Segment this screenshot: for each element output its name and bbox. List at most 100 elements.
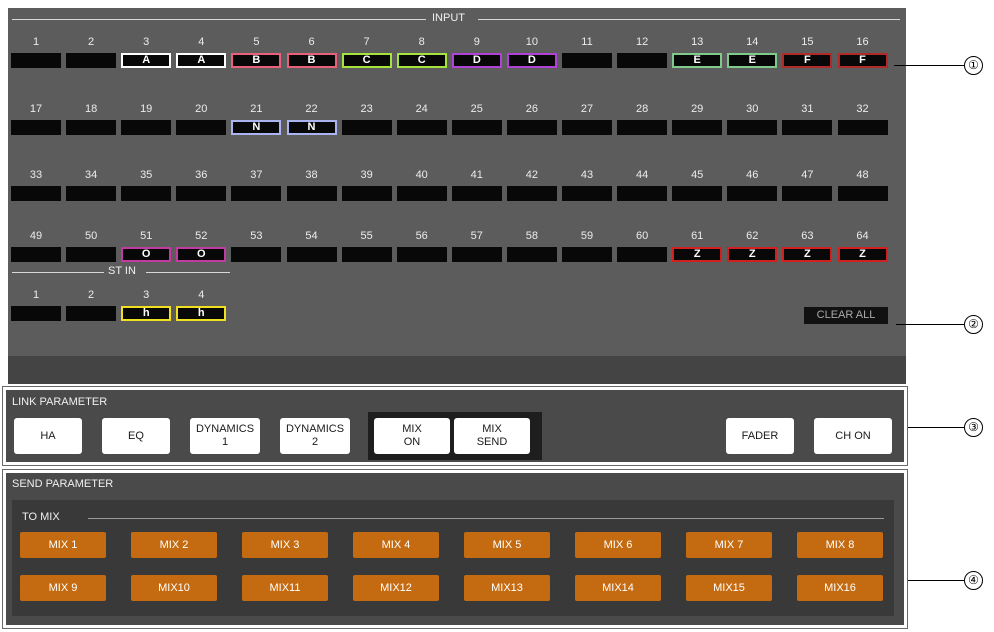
- channel-link-slot[interactable]: [506, 120, 557, 135]
- channel-number: 21: [250, 103, 263, 115]
- channel-link-slot[interactable]: [451, 247, 502, 262]
- channel-link-slot[interactable]: [837, 120, 888, 135]
- channel-link-slot[interactable]: [451, 120, 502, 135]
- channel-link-slot[interactable]: E: [727, 53, 778, 68]
- channel-link-slot[interactable]: [562, 120, 612, 135]
- channel-link-slot[interactable]: [66, 120, 117, 135]
- mix-send-button[interactable]: MIX14: [575, 575, 661, 601]
- channel-link-slot[interactable]: [66, 186, 117, 201]
- st-in-title-line-left: [12, 272, 104, 273]
- mix-send-button[interactable]: MIX 4: [353, 532, 439, 558]
- channel-link-slot[interactable]: Z: [782, 247, 833, 262]
- st-in-link-slot[interactable]: h: [176, 306, 227, 321]
- channel-link-slot[interactable]: [341, 120, 392, 135]
- channel-link-slot[interactable]: N: [286, 120, 337, 135]
- channel-link-slot[interactable]: A: [176, 53, 227, 68]
- channel-link-slot[interactable]: F: [782, 53, 833, 68]
- channel-link-slot[interactable]: [506, 247, 557, 262]
- channel-number: 17: [29, 103, 43, 115]
- channel-link-slot[interactable]: [562, 53, 612, 68]
- channel-link-slot[interactable]: [617, 186, 668, 201]
- channel-number: 52: [195, 230, 208, 242]
- mix-send-button[interactable]: MIX 9: [20, 575, 106, 601]
- mix-send-button[interactable]: MIX12: [353, 575, 439, 601]
- channel-link-slot[interactable]: [231, 186, 282, 201]
- channel-link-slot[interactable]: D: [506, 53, 557, 68]
- link-dynamics2-button[interactable]: DYNAMICS 2: [280, 418, 350, 454]
- mix-send-button[interactable]: MIX11: [242, 575, 328, 601]
- mix-send-button[interactable]: MIX10: [131, 575, 217, 601]
- channel-link-slot[interactable]: [727, 120, 778, 135]
- channel-link-slot[interactable]: [562, 247, 612, 262]
- channel-link-slot[interactable]: [176, 186, 227, 201]
- channel-link-slot[interactable]: [617, 247, 668, 262]
- channel-link-slot[interactable]: [672, 120, 723, 135]
- channel-link-slot[interactable]: [341, 186, 392, 201]
- channel-link-slot[interactable]: B: [286, 53, 337, 68]
- clear-all-button[interactable]: CLEAR ALL: [804, 307, 888, 324]
- mix-send-button[interactable]: MIX 6: [575, 532, 661, 558]
- channel-link-slot[interactable]: O: [121, 247, 172, 262]
- channel-link-slot[interactable]: Z: [672, 247, 723, 262]
- st-in-link-slot[interactable]: [11, 306, 61, 321]
- mix-send-button[interactable]: MIX 2: [131, 532, 217, 558]
- link-eq-button[interactable]: EQ: [102, 418, 170, 454]
- mix-send-button[interactable]: MIX15: [686, 575, 772, 601]
- channel-link-slot[interactable]: [727, 186, 778, 201]
- channel-link-slot[interactable]: [11, 247, 61, 262]
- channel-link-slot[interactable]: [506, 186, 557, 201]
- channel-link-slot[interactable]: C: [341, 53, 392, 68]
- channel-link-slot[interactable]: E: [672, 53, 723, 68]
- link-mix-on-button[interactable]: MIX ON: [374, 418, 450, 454]
- channel-link-slot[interactable]: A: [121, 53, 172, 68]
- mix-send-button[interactable]: MIX 1: [20, 532, 106, 558]
- channel-link-slot[interactable]: [617, 120, 668, 135]
- channel-link-slot[interactable]: [396, 186, 447, 201]
- channel-link-slot[interactable]: [782, 120, 833, 135]
- channel-link-slot[interactable]: B: [231, 53, 282, 68]
- link-mix-send-button[interactable]: MIX SEND: [454, 418, 530, 454]
- mix-send-button[interactable]: MIX16: [797, 575, 883, 601]
- channel-link-slot[interactable]: D: [451, 53, 502, 68]
- channel-link-slot[interactable]: Z: [727, 247, 778, 262]
- channel-link-slot[interactable]: O: [176, 247, 227, 262]
- channel-link-slot[interactable]: Z: [837, 247, 888, 262]
- channel-link-slot[interactable]: [121, 120, 172, 135]
- channel-link-slot[interactable]: [286, 186, 337, 201]
- channel-link-slot[interactable]: C: [396, 53, 447, 68]
- channel-link-slot[interactable]: [837, 186, 888, 201]
- channel-link-slot[interactable]: [672, 186, 723, 201]
- mix-send-button[interactable]: MIX 8: [797, 532, 883, 558]
- channel-link-slot[interactable]: [231, 247, 282, 262]
- link-ch-on-button[interactable]: CH ON: [814, 418, 892, 454]
- channel-link-slot[interactable]: F: [837, 53, 888, 68]
- channel-link-slot[interactable]: [396, 120, 447, 135]
- st-in-link-slot[interactable]: h: [121, 306, 172, 321]
- channel-link-slot[interactable]: [617, 53, 668, 68]
- channel-number: 6: [308, 36, 315, 48]
- channel-link-slot[interactable]: [396, 247, 447, 262]
- mix-send-button[interactable]: MIX 3: [242, 532, 328, 558]
- link-fader-button[interactable]: FADER: [726, 418, 794, 454]
- channel-link-slot[interactable]: [176, 120, 227, 135]
- link-ha-button[interactable]: HA: [14, 418, 82, 454]
- channel-link-slot[interactable]: [286, 247, 337, 262]
- channel-link-slot[interactable]: N: [231, 120, 282, 135]
- channel-link-slot[interactable]: [782, 186, 833, 201]
- link-dynamics1-button[interactable]: DYNAMICS 1: [190, 418, 260, 454]
- channel-link-slot[interactable]: [66, 53, 117, 68]
- channel-number: 15: [801, 36, 814, 48]
- st-in-link-slot[interactable]: [66, 306, 117, 321]
- mix-send-button[interactable]: MIX 5: [464, 532, 550, 558]
- channel-link-slot[interactable]: [11, 120, 61, 135]
- channel-link-slot[interactable]: [562, 186, 612, 201]
- channel-link-slot[interactable]: [11, 53, 61, 68]
- channel-link-slot[interactable]: [451, 186, 502, 201]
- channel-link-slot[interactable]: [341, 247, 392, 262]
- mix-send-button[interactable]: MIX13: [464, 575, 550, 601]
- channel-number: 44: [635, 169, 649, 181]
- channel-link-slot[interactable]: [66, 247, 117, 262]
- mix-send-button[interactable]: MIX 7: [686, 532, 772, 558]
- channel-link-slot[interactable]: [121, 186, 172, 201]
- channel-link-slot[interactable]: [11, 186, 61, 201]
